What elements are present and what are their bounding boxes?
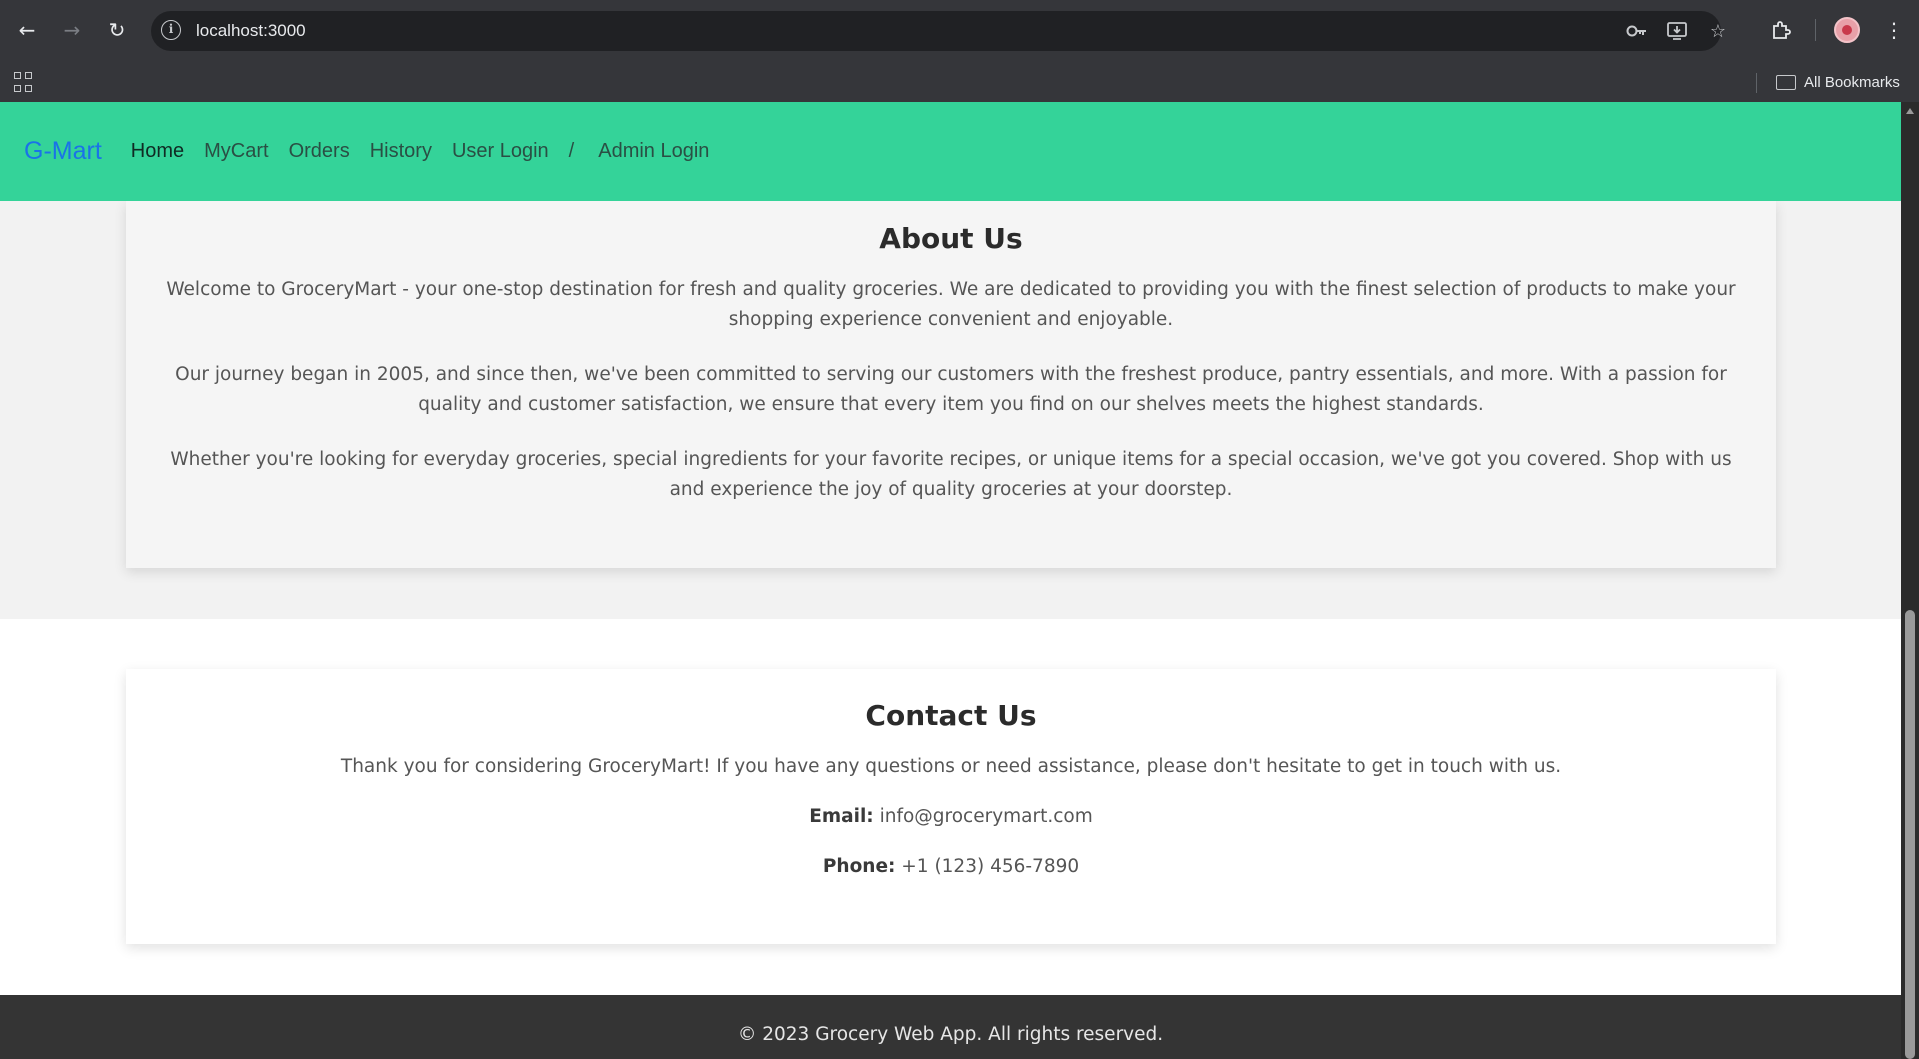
toolbar-divider (1815, 19, 1816, 41)
contact-email: Email: info@grocerymart.com (151, 802, 1751, 832)
phone-label: Phone: (822, 856, 896, 877)
arrow-left-icon: ← (18, 18, 36, 42)
bookmarks-bar: All Bookmarks (0, 62, 1919, 103)
extensions-button[interactable] (1766, 15, 1796, 45)
phone-value: +1 (123) 456-7890 (901, 856, 1080, 877)
bookmarks-divider (1756, 73, 1757, 93)
install-app-icon[interactable] (1665, 19, 1689, 43)
page-viewport: G-Mart Home MyCart Orders History User L… (0, 102, 1901, 1059)
about-card: About Us Welcome to GroceryMart - your o… (126, 201, 1776, 568)
nav-user-login[interactable]: User Login (452, 140, 549, 163)
site-footer: © 2023 Grocery Web App. All rights reser… (0, 995, 1901, 1059)
scroll-up-arrow-icon[interactable] (1906, 108, 1914, 114)
back-button[interactable]: ← (11, 14, 43, 46)
contact-intro: Thank you for considering GroceryMart! I… (340, 756, 1562, 777)
url-text[interactable]: localhost:3000 (196, 11, 306, 51)
puzzle-icon (1773, 21, 1791, 39)
nav-history[interactable]: History (370, 140, 432, 163)
contact-title: Contact Us (865, 699, 1037, 732)
contact-card: Contact Us Thank you for considering Gro… (126, 669, 1776, 944)
key-icon[interactable] (1625, 19, 1649, 43)
apps-grid-icon[interactable] (12, 70, 38, 96)
reload-button[interactable]: ↻ (101, 14, 133, 46)
contact-phone: Phone: +1 (123) 456-7890 (151, 852, 1751, 882)
install-shape (1667, 22, 1687, 40)
all-bookmarks-button[interactable]: All Bookmarks (1776, 62, 1900, 102)
footer-text: © 2023 Grocery Web App. All rights reser… (737, 1024, 1164, 1045)
about-paragraph: Whether you're looking for everyday groc… (170, 449, 1732, 500)
star-icon[interactable]: ☆ (1706, 19, 1730, 43)
email-label: Email: (809, 806, 874, 827)
reload-icon: ↻ (108, 18, 126, 42)
brand-logo[interactable]: G-Mart (24, 137, 102, 166)
about-paragraph: Welcome to GroceryMart - your one-stop d… (166, 279, 1736, 330)
nav-home[interactable]: Home (131, 140, 184, 163)
key-shape (1626, 25, 1646, 37)
folder-icon (1776, 74, 1796, 90)
page-scrollbar[interactable] (1901, 102, 1919, 1059)
nav-orders[interactable]: Orders (289, 140, 350, 163)
about-title: About Us (879, 222, 1023, 255)
scroll-thumb[interactable] (1905, 610, 1915, 1059)
info-icon[interactable]: i (161, 20, 181, 40)
site-navbar: G-Mart Home MyCart Orders History User L… (0, 102, 1901, 201)
more-vertical-icon[interactable]: ⋮ (1879, 15, 1909, 45)
forward-button[interactable]: → (56, 14, 88, 46)
arrow-right-icon: → (63, 18, 81, 42)
about-paragraph: Our journey began in 2005, and since the… (175, 364, 1727, 415)
address-bar[interactable]: i localhost:3000 ☆ (151, 11, 1726, 51)
browser-toolbar: ← → ↻ i localhost:3000 ☆ ⋮ (0, 0, 1919, 62)
all-bookmarks-label: All Bookmarks (1804, 73, 1900, 91)
nav-admin-login[interactable]: Admin Login (598, 140, 709, 163)
nav-separator: / (568, 140, 575, 162)
profile-avatar[interactable] (1834, 17, 1860, 43)
email-value: info@grocerymart.com (879, 806, 1093, 827)
nav-mycart[interactable]: MyCart (204, 140, 268, 163)
about-section: About Us Welcome to GroceryMart - your o… (0, 201, 1901, 619)
